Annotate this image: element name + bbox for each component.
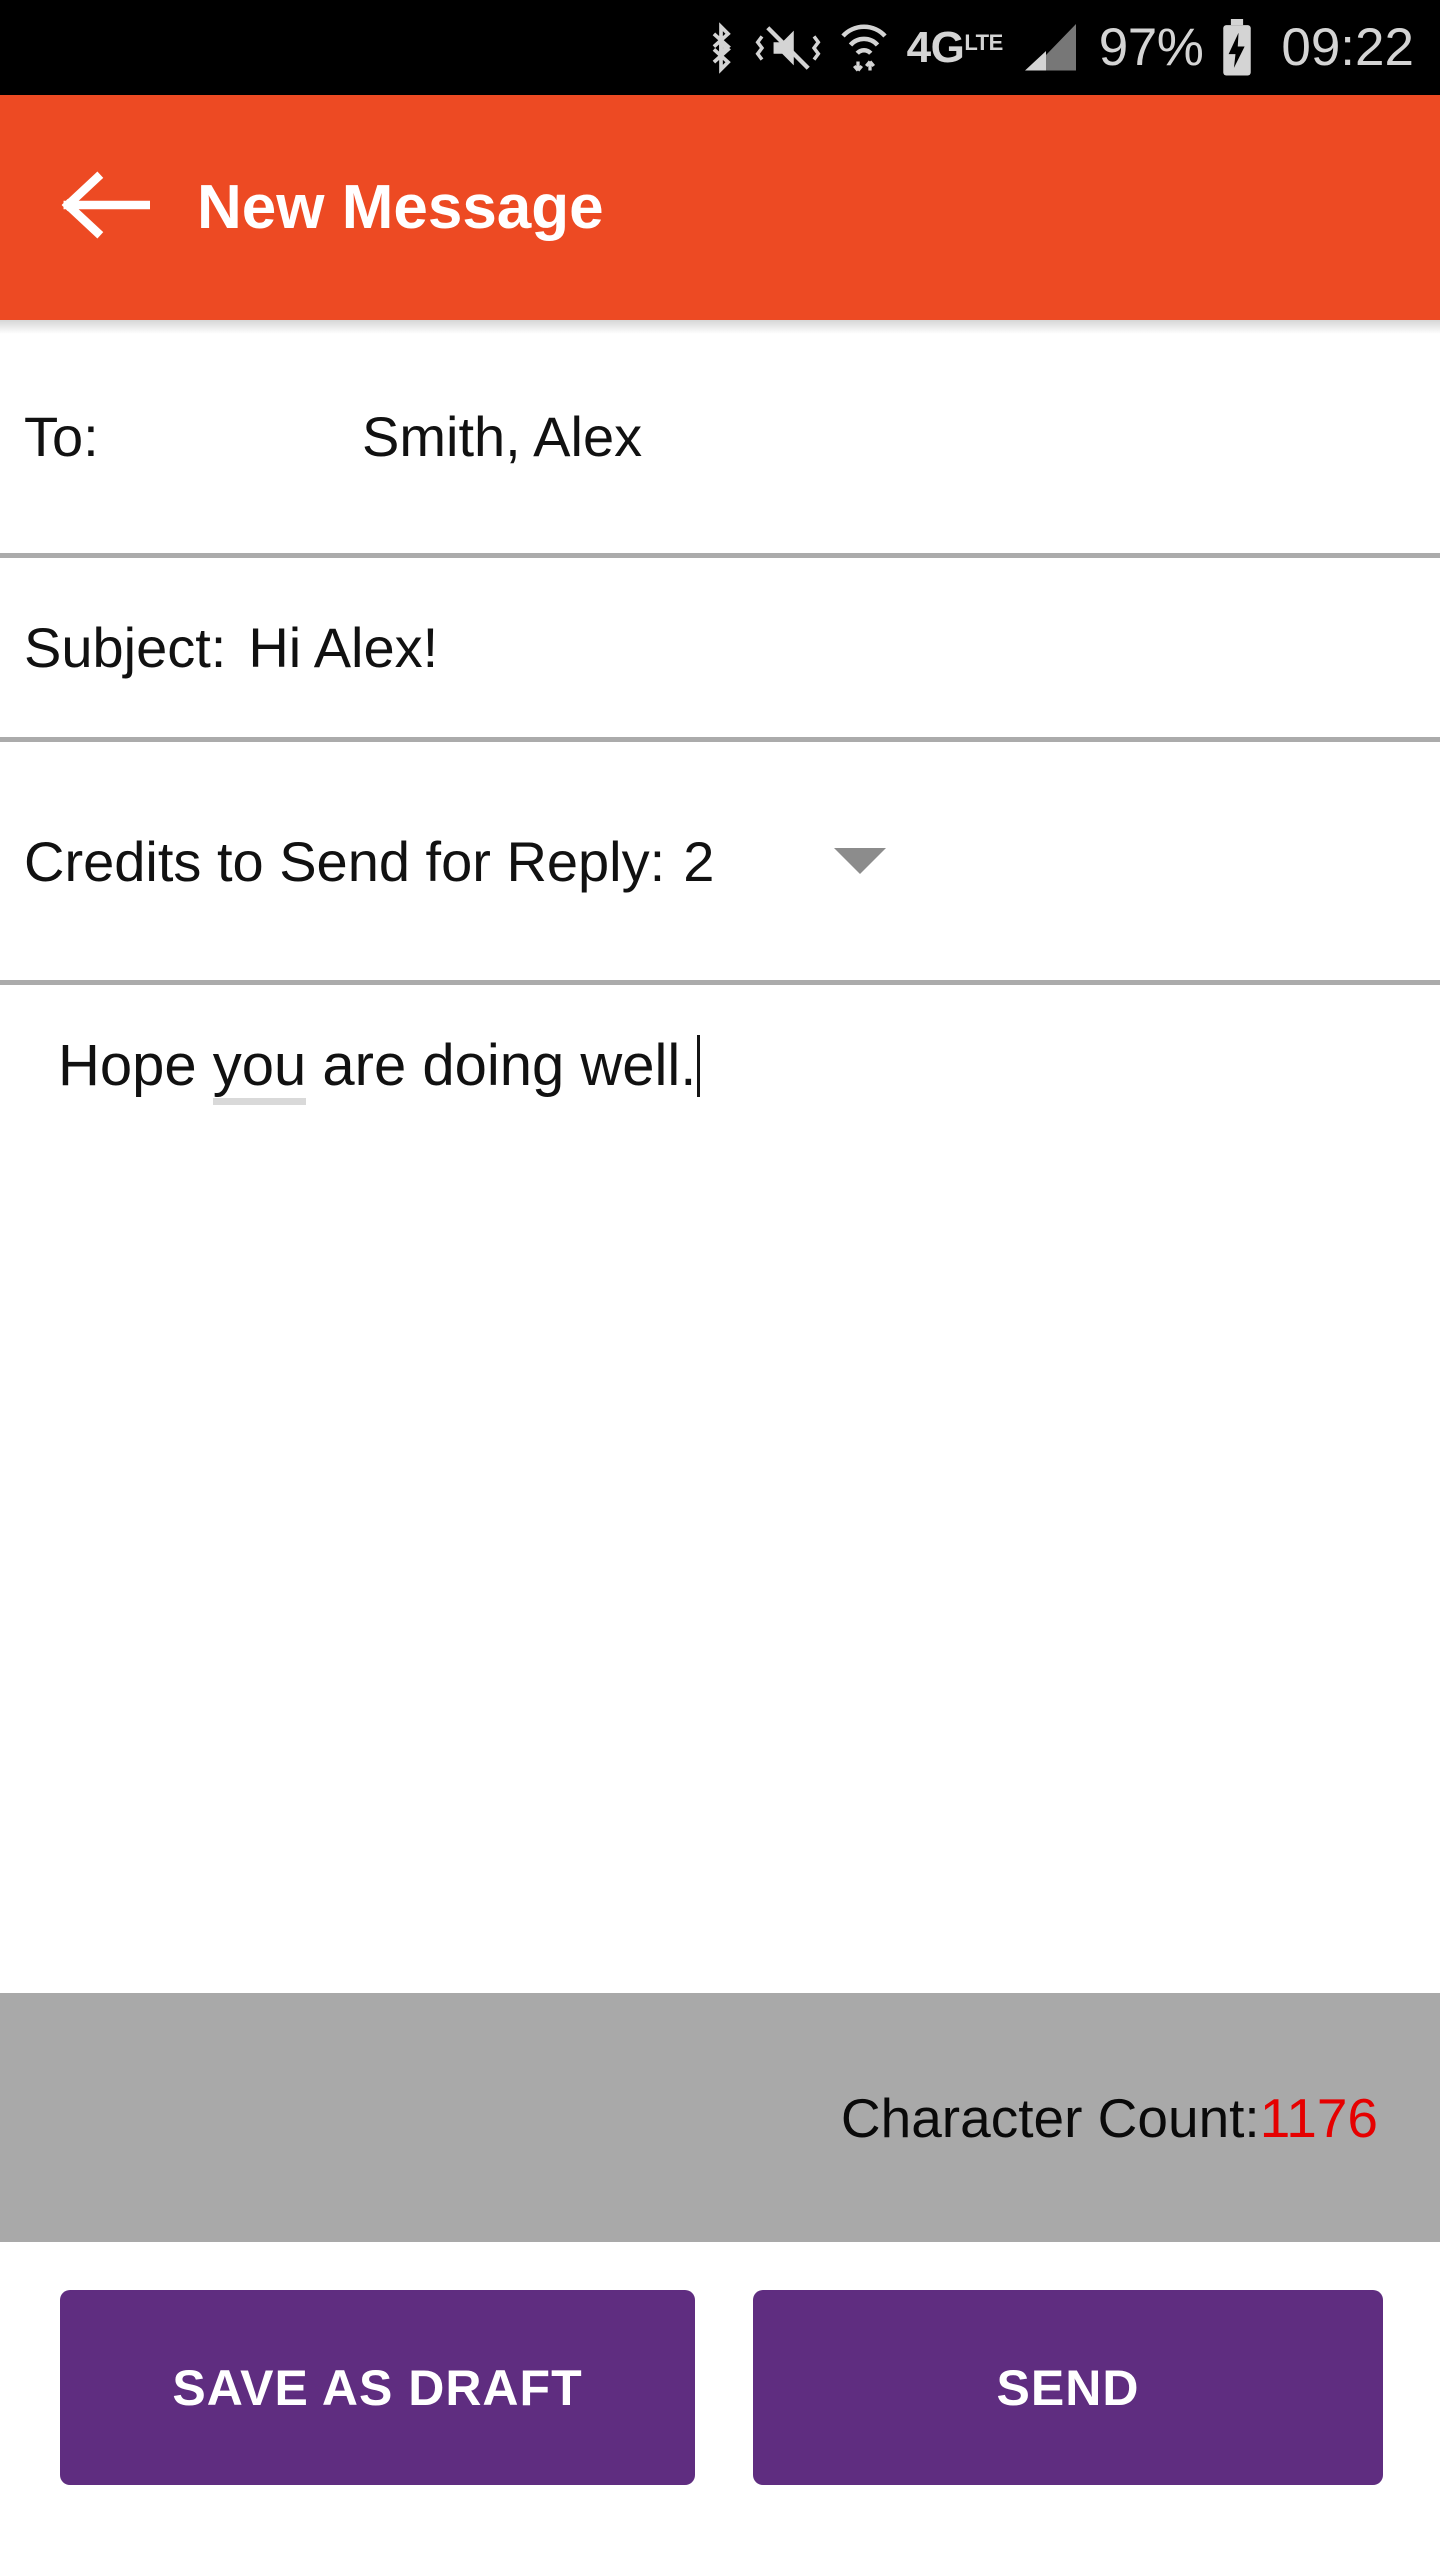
subject-label: Subject:: [24, 616, 227, 679]
wifi-icon: [838, 21, 890, 75]
text-cursor: [697, 1035, 701, 1097]
compose-form: To: Smith, Alex Subject: Hi Alex! Credit…: [0, 320, 1440, 2560]
battery-percent-label: 97%: [1098, 18, 1204, 77]
battery-charging-icon: [1220, 18, 1254, 77]
credits-field-row[interactable]: Credits to Send for Reply: 2: [0, 742, 1440, 980]
status-bar-icons: 4G LTE 97% 09:22: [704, 18, 1414, 77]
action-button-bar: SAVE AS DRAFT SEND: [0, 2290, 1440, 2560]
chevron-down-icon[interactable]: [834, 848, 887, 874]
network-sub-label: LTE: [964, 29, 1003, 55]
body-text-misspelled: you: [212, 1033, 307, 1105]
body-text-before: Hope: [58, 1033, 213, 1098]
app-bar: New Message: [0, 95, 1440, 320]
network-type-label: 4G: [906, 22, 965, 72]
arrow-left-icon: [60, 171, 151, 244]
credits-value: 2: [683, 829, 715, 893]
page-title: New Message: [197, 173, 604, 242]
subject-value[interactable]: Hi Alex!: [248, 615, 438, 680]
status-bar: 4G LTE 97% 09:22: [0, 0, 1440, 95]
bluetooth-icon: [704, 21, 738, 74]
character-count-value: 1176: [1259, 2086, 1378, 2149]
character-count-bar: Character Count: 1176: [0, 1993, 1440, 2242]
body-text-after: are doing well.: [306, 1033, 697, 1098]
app-screen: 4G LTE 97% 09:22 New Message To: Smith, …: [0, 0, 1440, 2560]
back-button[interactable]: [45, 148, 165, 268]
credits-label: Credits to Send for Reply:: [24, 829, 666, 893]
to-field-row[interactable]: To: Smith, Alex: [0, 320, 1440, 553]
message-body-text[interactable]: Hope you are doing well.: [58, 1033, 701, 1105]
message-body-area[interactable]: Hope you are doing well.: [0, 985, 1440, 2005]
4g-lte-icon: 4G LTE: [906, 22, 1005, 72]
character-count-label: Character Count:: [840, 2086, 1260, 2149]
subject-field-row[interactable]: Subject: Hi Alex!: [0, 558, 1440, 737]
save-as-draft-button[interactable]: SAVE AS DRAFT: [60, 2290, 695, 2485]
vibrate-mute-icon: [755, 22, 821, 74]
send-button[interactable]: SEND: [753, 2290, 1383, 2485]
signal-bars-icon: [1022, 21, 1082, 75]
to-label: To:: [24, 405, 99, 468]
status-bar-clock: 09:22: [1281, 18, 1414, 77]
to-value[interactable]: Smith, Alex: [362, 404, 642, 469]
